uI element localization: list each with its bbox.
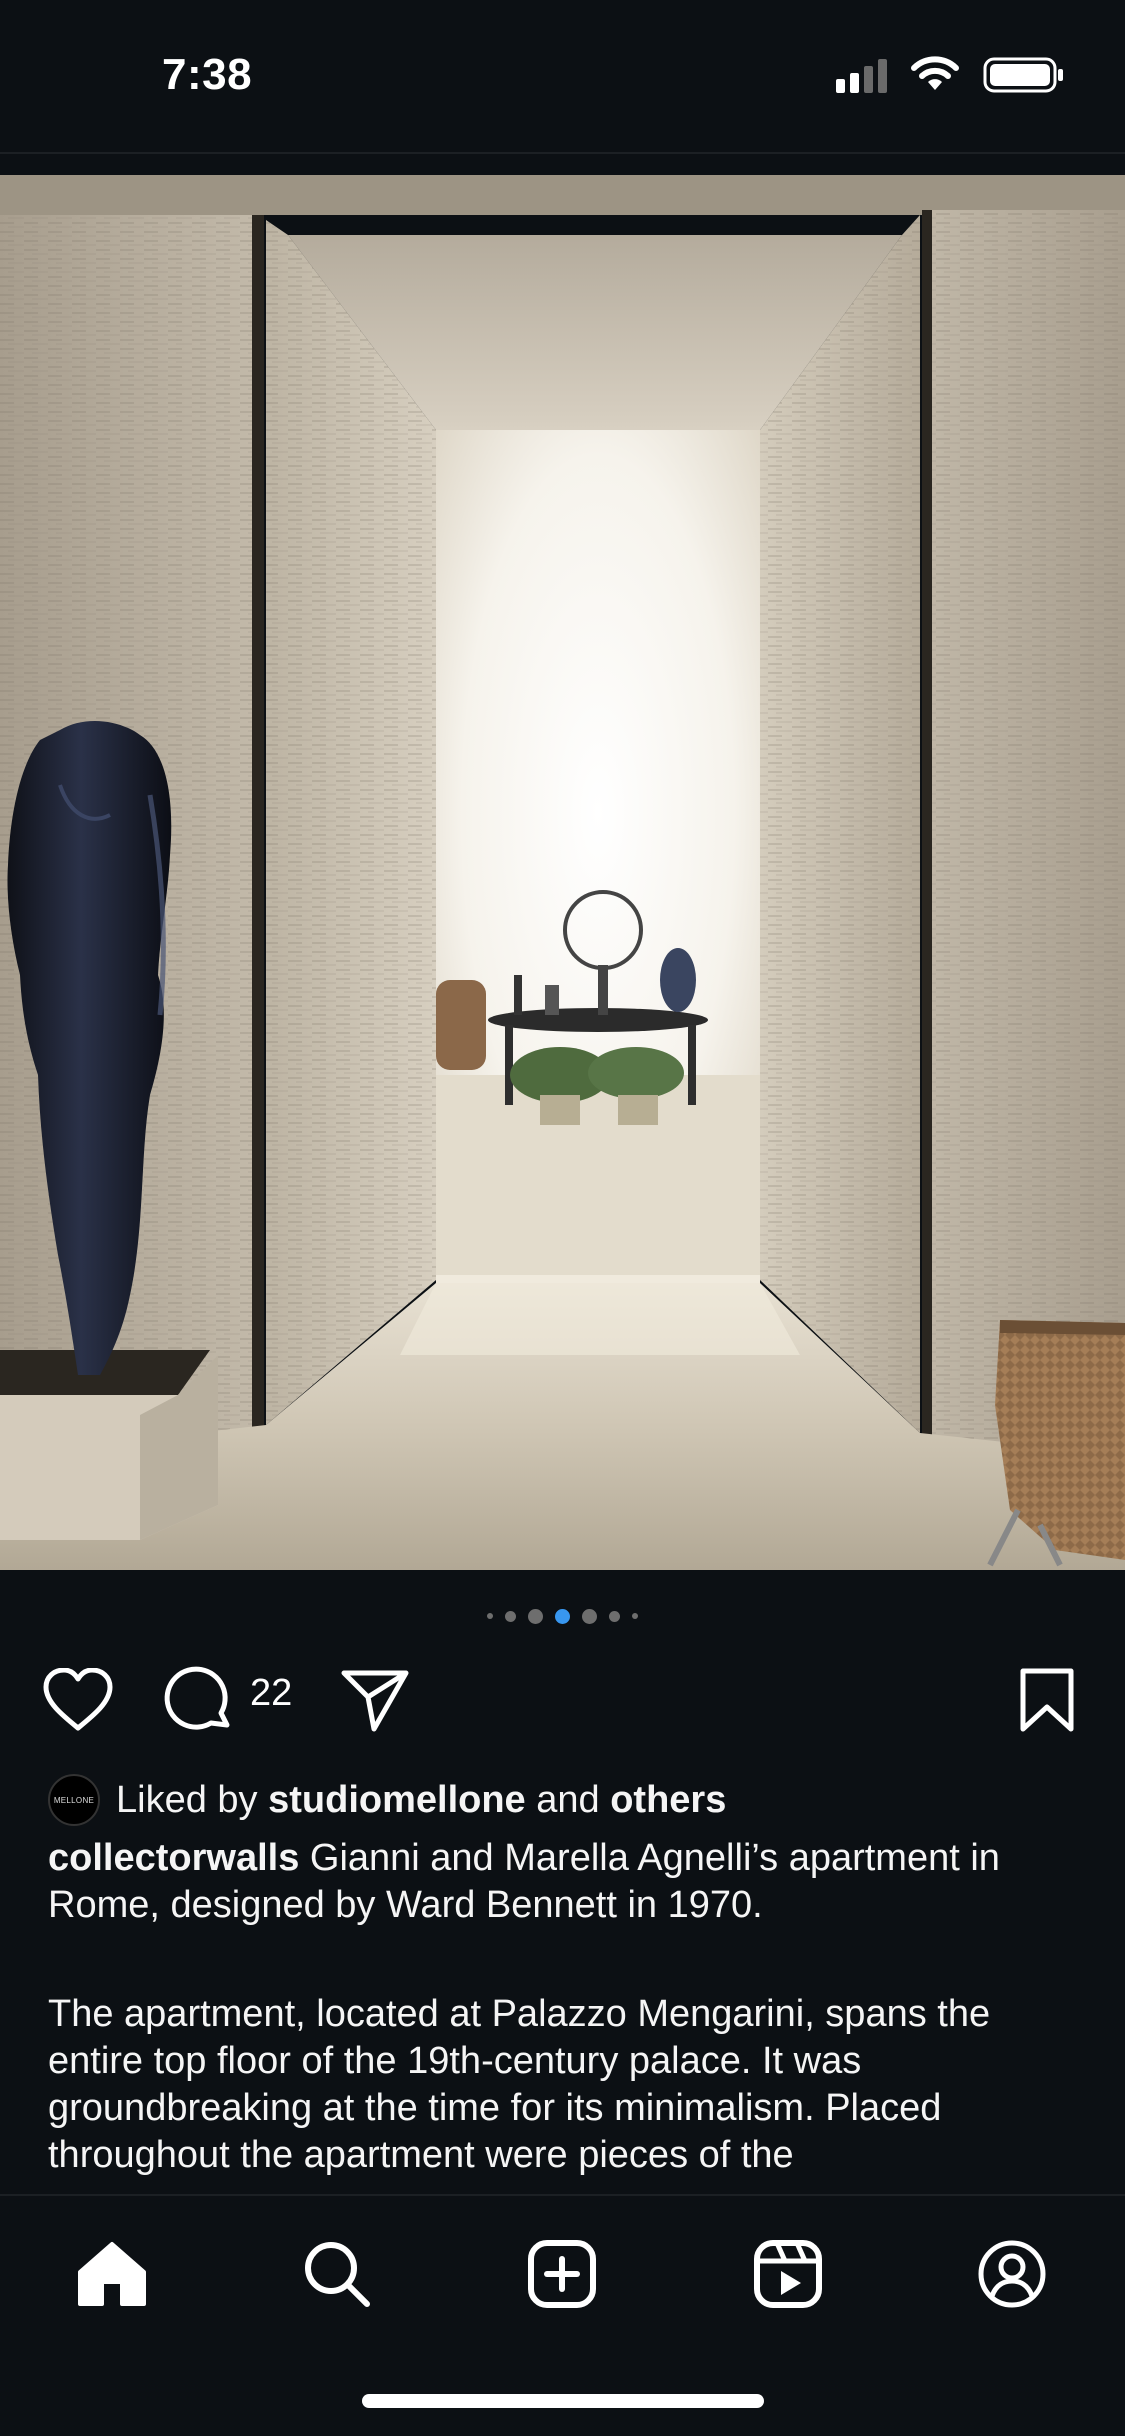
carousel-dot [632,1613,638,1619]
tab-create[interactable] [522,2234,602,2314]
post-image[interactable] [0,175,1125,1570]
heart-icon [43,1668,113,1731]
status-time: 7:38 [162,50,253,99]
likes-connector: and [536,1778,600,1821]
carousel-dot [487,1613,493,1619]
header-divider [0,152,1125,154]
home-icon [78,2242,146,2306]
likes-prefix: Liked by [116,1778,258,1821]
save-button[interactable] [1012,1664,1082,1736]
battery-icon [983,57,1063,93]
carousel-dot-active [555,1608,570,1624]
reels-icon [754,2240,822,2308]
status-icons [836,56,1065,94]
carousel-indicator [0,1606,1125,1626]
create-icon [528,2240,596,2308]
caption-paragraph-2: The apartment, located at Palazzo Mengar… [48,1993,991,2176]
home-indicator[interactable] [362,2394,764,2408]
liker-avatar[interactable]: MELLONE [48,1774,100,1826]
tab-search[interactable] [297,2234,377,2314]
share-button[interactable] [338,1664,412,1736]
likes-summary[interactable]: MELLONE Liked by studiomellone and other… [48,1770,726,1830]
tab-home[interactable] [72,2234,152,2314]
tab-profile[interactable] [972,2234,1052,2314]
cellular-signal-icon [836,57,887,93]
liker-username[interactable]: studiomellone [268,1779,526,1821]
carousel-dot [505,1610,516,1622]
status-bar: 7:38 [0,0,1125,150]
wifi-icon [911,56,959,90]
likes-text[interactable]: Liked by studiomellone and others [116,1779,726,1822]
likes-others-link[interactable]: others [610,1779,726,1821]
carousel-dot [582,1608,597,1624]
instagram-post-screen: 7:38 22 MELLONE Liked by studiomellone a… [0,0,1125,2436]
paper-plane-icon [341,1670,409,1732]
search-icon [305,2242,370,2307]
carousel-dot [609,1610,620,1622]
tab-reels[interactable] [748,2234,828,2314]
caption-paragraph-1: collectorwalls Gianni and Marella Agnell… [48,1835,1088,1929]
caption-username[interactable]: collectorwalls [48,1837,299,1879]
like-button[interactable] [40,1665,116,1735]
comment-icon [164,1666,230,1730]
profile-icon [978,2240,1046,2308]
post-caption: collectorwalls Gianni and Marella Agnell… [48,1835,1088,2179]
comment-count: 22 [250,1672,293,1714]
comment-button[interactable] [160,1663,236,1737]
bookmark-icon [1020,1668,1074,1732]
carousel-dot [528,1608,543,1624]
